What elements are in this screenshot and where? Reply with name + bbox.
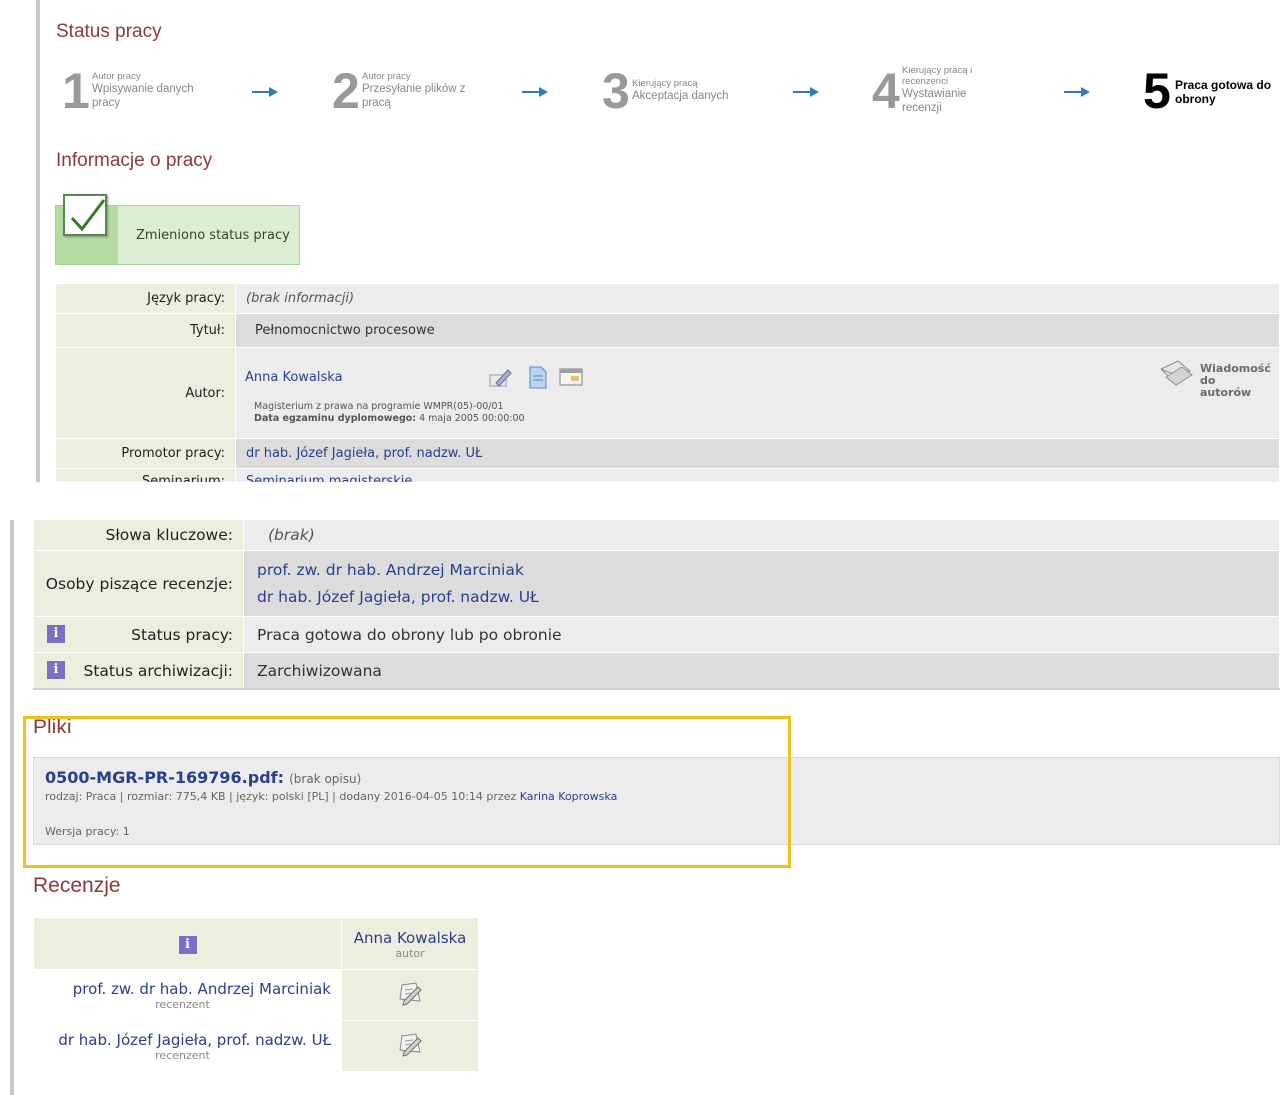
info-table: Język pracy: (brak informacji) Tytuł: Pe… [55,283,1280,482]
message-authors-link[interactable]: Wiadomość do autorów [1200,363,1271,399]
row-slowa: Słowa kluczowe: (brak) [33,520,1280,551]
review-author-link[interactable]: Anna Kowalska [354,929,467,947]
highlight-frame [23,716,791,868]
review-write-icon[interactable] [396,982,424,1011]
row-seminarium: Seminarium: Seminarium magisterskie [55,468,1280,482]
step-4: 4 Kierujący pracą i recenzenci Wystawian… [872,63,973,119]
info-icon[interactable]: i [178,936,197,954]
top-screenshot-panel: Status pracy 1 Autor pracy Wpisywanie da… [0,0,1280,482]
arrow-right-icon [252,87,280,97]
message-envelope-icon[interactable] [1158,357,1194,391]
left-border [36,0,40,482]
reviews-heading: Recenzje [33,874,121,897]
step-2: 2 Autor pracy Przesyłanie plików z pracą [332,63,466,119]
bottom-screenshot-panel: Słowa kluczowe: (brak) Osoby piszące rec… [0,520,1280,1095]
row-jezyk: Język pracy: (brak informacji) [55,283,1280,314]
review-write-icon[interactable] [396,1033,424,1062]
info-heading: Informacje o pracy [56,150,213,171]
row-promotor: Promotor pracy: dr hab. Józef Jagieła, p… [55,438,1280,469]
reviewer-link[interactable]: dr hab. Józef Jagieła, prof. nadzw. UŁ [257,588,539,606]
edit-pencil-icon[interactable] [488,367,512,393]
reviewer-link[interactable]: dr hab. Józef Jagieła, prof. nadzw. UŁ [58,1031,331,1049]
review-row: dr hab. Józef Jagieła, prof. nadzw. UŁ r… [33,1020,479,1072]
author-link[interactable]: Anna Kowalska [245,370,343,385]
row-tytul: Tytuł: Pełnomocnictwo procesowe [55,313,1280,348]
arrow-right-icon [522,87,550,97]
seminarium-link[interactable]: Seminarium magisterskie [246,474,412,482]
arrow-right-icon [793,87,821,97]
row-recenzenci: Osoby piszące recenzje: prof. zw. dr hab… [33,550,1280,617]
info-table-continued: Słowa kluczowe: (brak) Osoby piszące rec… [33,520,1280,689]
status-heading: Status pracy [56,21,162,42]
document-icon[interactable] [528,366,548,393]
reviews-table: i Anna Kowalska autor prof. zw. dr hab. … [33,917,479,1072]
step-3: 3 Kierujący pracą Akceptacja danych [602,63,729,119]
row-status: i Status pracy: Praca gotowa do obrony l… [33,616,1280,653]
promotor-link[interactable]: dr hab. Józef Jagieła, prof. nadzw. UŁ [246,446,482,461]
left-border [10,520,14,1095]
success-message: Zmieniono status pracy [55,194,300,265]
row-archiwizacja: i Status archiwizacji: Zarchiwizowana [33,652,1280,689]
arrow-right-icon [1064,87,1092,97]
reviewer-link[interactable]: prof. zw. dr hab. Andrzej Marciniak [73,980,331,998]
reviewer-link[interactable]: prof. zw. dr hab. Andrzej Marciniak [257,561,524,579]
step-1: 1 Autor pracy Wpisywanie danych pracy [62,63,194,119]
row-autor: Autor: Anna Kowalska Magisterium z prawa… [55,347,1280,439]
review-row: prof. zw. dr hab. Andrzej Marciniak rece… [33,969,479,1021]
card-icon[interactable] [559,368,583,390]
checkmark-icon [63,194,107,236]
info-icon[interactable]: i [47,625,65,643]
info-icon[interactable]: i [47,661,65,679]
step-5-active: 5 Praca gotowa do obrony [1143,63,1272,119]
